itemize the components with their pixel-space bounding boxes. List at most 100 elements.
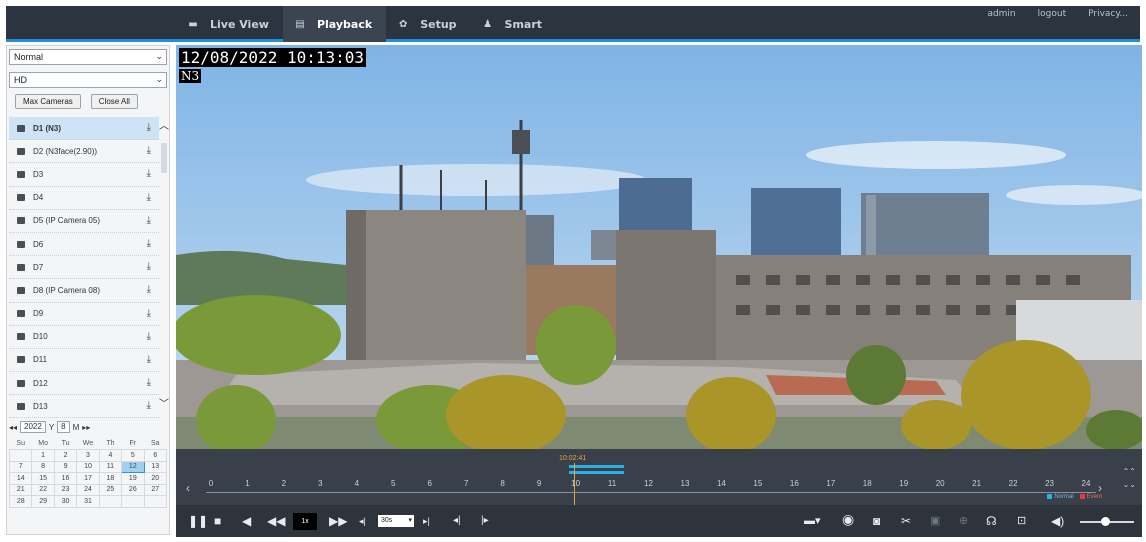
calendar-day[interactable]: 27 <box>143 483 168 496</box>
download-icon[interactable]: ⤓ <box>147 261 151 272</box>
download-icon[interactable]: ⤓ <box>147 377 151 388</box>
slow-down-icon[interactable]: ◀◀ <box>267 513 285 529</box>
camera-list-item[interactable]: D4 ⤓ <box>9 187 159 210</box>
download-icon[interactable]: ⤓ <box>147 354 151 365</box>
year-select[interactable]: 2022 <box>20 421 46 433</box>
chevron-up-icon[interactable]: ︿ <box>159 117 169 132</box>
skip-forward-icon[interactable]: ▸| <box>423 513 430 529</box>
logout-link[interactable]: logout <box>1038 9 1066 19</box>
calendar-day[interactable]: 22 <box>31 483 55 496</box>
calendar-day[interactable]: 16 <box>53 472 78 485</box>
nav-playback[interactable]: ▤ Playback <box>282 6 387 42</box>
camera-list-item[interactable]: D11 ⤓ <box>9 349 159 373</box>
camera-list-item[interactable]: D3 ⤓ <box>9 163 159 187</box>
skip-interval-select[interactable]: 30s ▾ <box>378 515 414 527</box>
calendar-day[interactable]: 3 <box>76 449 100 462</box>
audio-talk-icon[interactable]: ☊ <box>986 513 997 529</box>
max-cameras-button[interactable]: Max Cameras <box>15 94 81 109</box>
calendar-day[interactable]: 29 <box>31 495 55 508</box>
chevron-down-icon[interactable]: ﹀ <box>159 395 169 410</box>
nav-setup[interactable]: ✿ Setup <box>386 6 470 42</box>
digital-zoom-icon[interactable]: ⊡ <box>1017 513 1026 529</box>
camera-list-item[interactable]: D10 ⤓ <box>9 326 159 349</box>
calendar-day[interactable]: 1 <box>31 449 55 462</box>
nav-live-view[interactable]: ▬ Live View <box>176 6 283 42</box>
calendar-day[interactable]: 2 <box>53 449 78 462</box>
play-reverse-icon[interactable]: ◀ <box>242 513 251 529</box>
calendar-day[interactable]: 12 <box>121 460 145 473</box>
camera-list-item[interactable]: D1 (N3) ⤓ <box>9 117 159 141</box>
video-view[interactable]: 12/08/2022 10:13:03 N3 <box>176 45 1142 449</box>
download-icon[interactable]: ⤓ <box>147 308 151 319</box>
next-frame-icon[interactable]: |▸ <box>481 513 489 529</box>
calendar-day[interactable]: 18 <box>98 472 123 485</box>
calendar-day[interactable]: 23 <box>53 483 78 496</box>
prev-year-icon[interactable]: ◂◂ <box>9 423 17 432</box>
privacy-link[interactable]: Privacy... <box>1088 9 1128 19</box>
close-all-button[interactable]: Close All <box>90 94 138 109</box>
download-icon[interactable]: ⤓ <box>147 238 151 249</box>
calendar-day[interactable]: 24 <box>76 483 100 496</box>
user-name[interactable]: admin <box>987 9 1015 19</box>
calendar-day[interactable]: 26 <box>121 483 145 496</box>
camera-list-item[interactable]: D12 ⤓ <box>9 372 159 396</box>
camera-list-item[interactable]: D9 ⤓ <box>9 303 159 326</box>
calendar-day[interactable]: 9 <box>53 460 78 473</box>
calendar-day[interactable]: 7 <box>8 460 33 473</box>
calendar-day[interactable]: 28 <box>8 495 33 508</box>
timeline-next-icon[interactable]: › <box>1098 481 1102 495</box>
stop-icon[interactable]: ■ <box>214 513 221 529</box>
timeline-zoom[interactable]: ⌃⌃ ⌄⌄ <box>1123 465 1136 491</box>
camera-list-item[interactable]: D13 ⤓ <box>9 395 159 419</box>
calendar-day[interactable]: 25 <box>98 483 123 496</box>
scrollbar-thumb[interactable] <box>161 143 167 173</box>
calendar-day[interactable]: 30 <box>53 495 78 508</box>
download-icon[interactable]: ⤓ <box>147 284 151 295</box>
calendar-day[interactable]: 20 <box>143 472 168 485</box>
calendar-day[interactable]: 31 <box>76 495 100 508</box>
speed-up-icon[interactable]: ▶▶ <box>329 513 347 529</box>
zoom-icon[interactable]: ⊕ <box>959 513 968 529</box>
calendar-day[interactable]: 6 <box>143 449 168 462</box>
month-select[interactable]: 8 <box>57 421 70 433</box>
pause-icon[interactable]: ❚❚ <box>188 513 208 529</box>
download-icon[interactable]: ⤓ <box>147 192 151 203</box>
calendar-day[interactable]: 21 <box>8 483 33 496</box>
clip-icon[interactable]: ✂ <box>901 513 911 529</box>
download-icon[interactable]: ⤓ <box>147 168 151 179</box>
volume-slider-handle[interactable] <box>1101 517 1110 526</box>
skip-back-icon[interactable]: ◂| <box>359 513 366 529</box>
download-icon[interactable]: ⤓ <box>147 122 151 133</box>
calendar-day[interactable]: 8 <box>31 460 55 473</box>
calendar-day[interactable]: 15 <box>31 472 55 485</box>
camera-list-item[interactable]: D7 ⤓ <box>9 256 159 280</box>
download-icon[interactable]: ⤓ <box>147 215 151 226</box>
calendar-day[interactable]: 10 <box>76 460 100 473</box>
calendar-day[interactable]: 13 <box>143 460 168 473</box>
timeline-prev-icon[interactable]: ‹ <box>186 481 190 495</box>
calendar-day[interactable]: 5 <box>121 449 145 462</box>
playback-timeline[interactable]: 10:02:41 ‹ 0 1 2 3 4 5 6 7 8 9 10 11 12 13 14 15 16 17 18 1… <box>176 449 1142 507</box>
download-icon[interactable]: ⤓ <box>147 400 151 411</box>
calendar-day[interactable]: 17 <box>76 472 100 485</box>
calendar-day[interactable]: 11 <box>98 460 123 473</box>
mode-select[interactable]: Normal ⌄ <box>9 49 167 65</box>
download-icon[interactable]: ⤓ <box>147 331 151 342</box>
volume-icon[interactable]: ◀) <box>1051 513 1064 529</box>
camera-list-scrollbar[interactable]: ︿ ﹀ <box>159 117 169 417</box>
camera-list-item[interactable]: D8 (IP Camera 08) ⤓ <box>9 279 159 303</box>
camera-list-item[interactable]: D6 ⤓ <box>9 233 159 257</box>
camera-list-item[interactable]: D2 (N3face(2.90)) ⤓ <box>9 140 159 164</box>
zoom-out-icon[interactable]: ⌄⌄ <box>1123 478 1136 491</box>
camera-list-item[interactable]: D5 (IP Camera 05) ⤓ <box>9 210 159 233</box>
stream-select[interactable]: HD ⌄ <box>9 72 167 88</box>
download-icon[interactable]: ⤓ <box>147 145 151 156</box>
save-icon[interactable]: ▣ <box>930 513 940 529</box>
snapshot-icon[interactable]: ◙ <box>873 513 880 529</box>
fisheye-icon[interactable]: ◉ <box>842 511 854 527</box>
prev-frame-icon[interactable]: ◂| <box>453 513 461 529</box>
next-year-icon[interactable]: ▸▸ <box>82 423 90 432</box>
zoom-in-icon[interactable]: ⌃⌃ <box>1123 465 1136 478</box>
calendar-day[interactable]: 14 <box>8 472 33 485</box>
nav-smart[interactable]: ♟ Smart <box>471 6 557 42</box>
